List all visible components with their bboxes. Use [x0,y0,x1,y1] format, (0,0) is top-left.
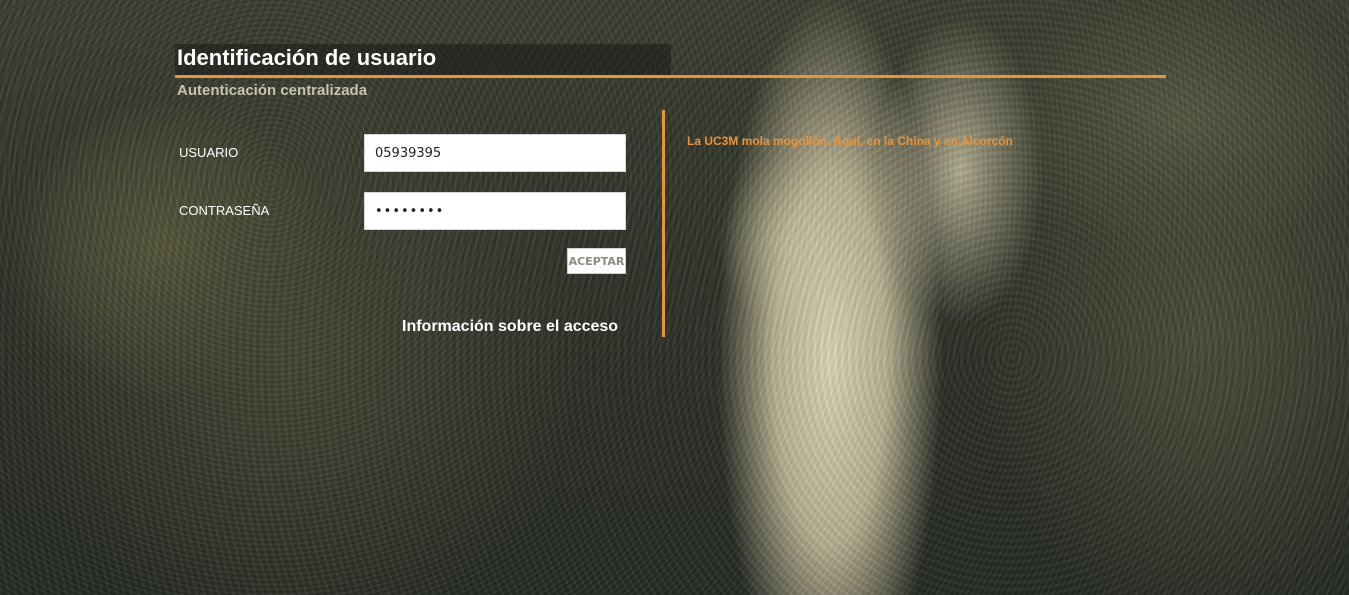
password-input[interactable] [364,192,626,230]
username-input[interactable] [364,134,626,172]
password-label: CONTRASEÑA [179,203,270,218]
title-underline [175,75,1166,78]
page-subtitle: Autenticación centralizada [177,82,368,99]
page-title: Identificación de usuario [177,45,437,70]
username-label: USUARIO [179,145,239,160]
access-info-link[interactable]: Información sobre el acceso [402,318,618,336]
notice-text: La UC3M mola mogollón. Aquí, en la China… [687,134,1013,148]
accept-button[interactable]: ACEPTAR [567,248,626,274]
vertical-divider [662,110,665,337]
